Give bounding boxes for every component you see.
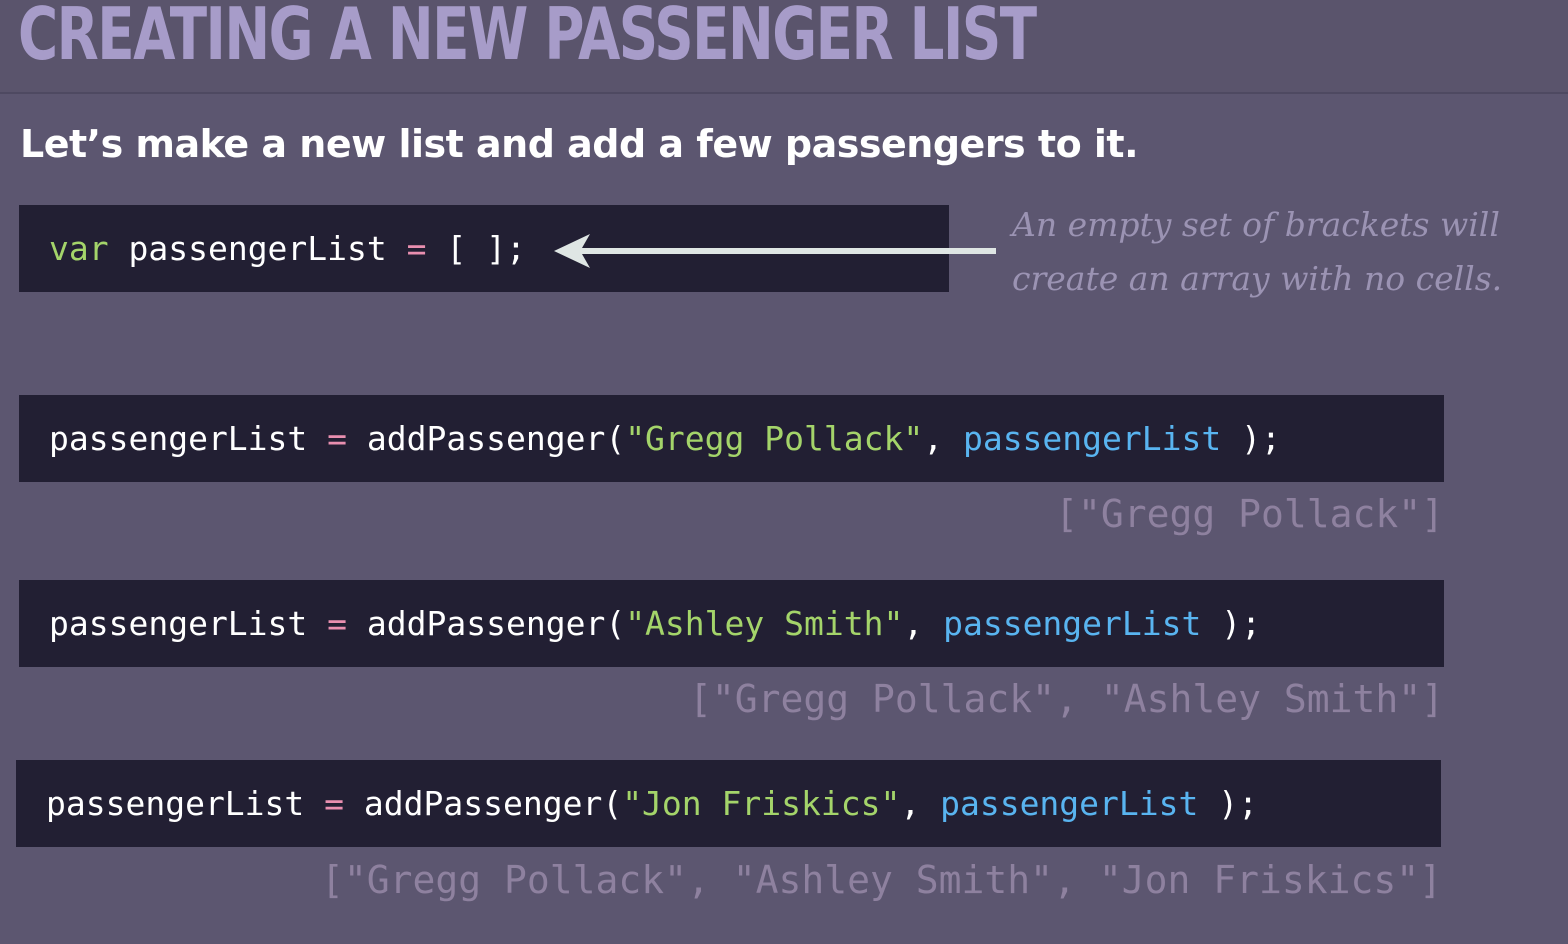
code-closing: ); xyxy=(1201,604,1261,643)
code-operator: = xyxy=(406,229,427,268)
left-arrow-icon xyxy=(554,234,996,268)
result-array-3: ["Gregg Pollack", "Ashley Smith", "Jon F… xyxy=(320,858,1442,902)
code-operator: = xyxy=(327,604,348,643)
annotation-line-1: An empty set of brackets will xyxy=(1012,205,1500,244)
code-block-add-gregg: passengerList = addPassenger("Gregg Poll… xyxy=(19,395,1444,482)
code-expression: [ ]; xyxy=(446,229,526,268)
code-function-call: addPassenger( xyxy=(366,604,626,643)
slide-title: CREATING A NEW PASSENGER LIST xyxy=(18,0,1037,76)
code-param: passengerList xyxy=(940,784,1199,823)
code-comma: , xyxy=(903,604,924,643)
title-band: CREATING A NEW PASSENGER LIST xyxy=(0,0,1568,94)
code-variable: passengerList xyxy=(128,229,387,268)
code-string-argument: "Ashley Smith" xyxy=(625,604,904,643)
code-block-add-jon: passengerList = addPassenger("Jon Friski… xyxy=(16,760,1441,847)
code-variable: passengerList xyxy=(49,419,308,458)
result-array-2: ["Gregg Pollack", "Ashley Smith"] xyxy=(689,677,1444,721)
code-param: passengerList xyxy=(943,604,1202,643)
code-comma: , xyxy=(923,419,944,458)
code-block-add-ashley: passengerList = addPassenger("Ashley Smi… xyxy=(19,580,1444,667)
code-function-call: addPassenger( xyxy=(363,784,623,823)
annotation-note: An empty set of brackets will create an … xyxy=(1012,198,1532,306)
code-param: passengerList xyxy=(962,419,1222,458)
slide-subtitle: Let’s make a new list and add a few pass… xyxy=(20,122,1139,166)
code-variable: passengerList xyxy=(46,784,305,823)
code-operator: = xyxy=(327,419,348,458)
code-comma: , xyxy=(900,784,921,823)
code-string-argument: "Jon Friskics" xyxy=(622,784,901,823)
code-closing: ); xyxy=(1221,419,1281,458)
annotation-line-2: create an array with no cells. xyxy=(1012,259,1503,298)
code-variable: passengerList xyxy=(49,604,308,643)
code-operator: = xyxy=(324,784,345,823)
code-closing: ); xyxy=(1198,784,1258,823)
result-array-1: ["Gregg Pollack"] xyxy=(1055,492,1444,536)
code-function-call: addPassenger( xyxy=(366,419,626,458)
code-string-argument: "Gregg Pollack" xyxy=(625,419,924,458)
code-keyword: var xyxy=(49,229,109,268)
